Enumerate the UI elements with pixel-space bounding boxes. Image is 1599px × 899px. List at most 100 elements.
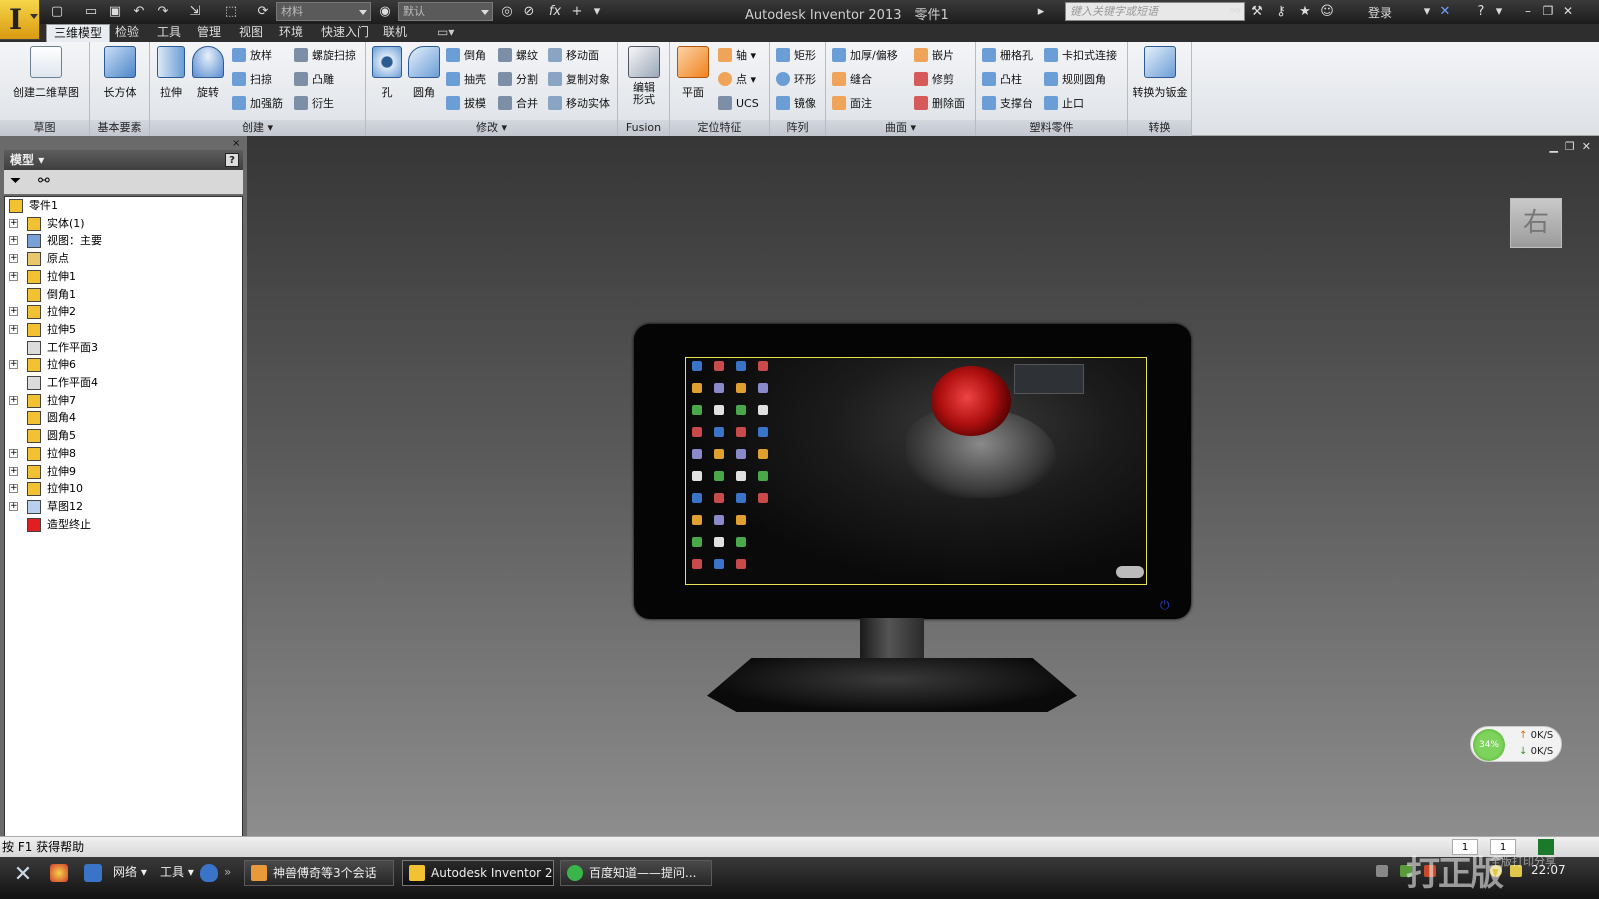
new-file-icon[interactable]: ▢ (48, 3, 66, 21)
tree-node[interactable]: + 实体(1) (5, 215, 240, 233)
toolbar-overflow-icon[interactable]: » (224, 863, 231, 881)
restore-icon[interactable]: ❐ (1540, 3, 1556, 19)
thread-button[interactable]: 螺纹 (498, 46, 538, 66)
fx-icon[interactable]: fx (546, 3, 564, 21)
task-browser[interactable]: 百度知道——提问... (560, 860, 712, 886)
undo-icon[interactable]: ↶ (130, 3, 148, 21)
viewport-restore-icon[interactable]: ❐ (1565, 140, 1575, 153)
tools-toolbar[interactable]: 工具 ▾ (160, 863, 194, 881)
axis-button[interactable]: 轴 ▾ (718, 46, 756, 66)
material-select[interactable]: 材料 (276, 2, 371, 21)
tree-node[interactable]: + 草图12 (5, 498, 240, 516)
expand-icon[interactable]: + (9, 448, 18, 458)
snap-fit-button[interactable]: 卡扣式连接 (1044, 46, 1117, 66)
point-button[interactable]: 点 ▾ (718, 70, 756, 90)
select-icon[interactable]: ⬚ (222, 3, 240, 21)
login-link[interactable]: 登录 (1368, 4, 1392, 21)
revolve-button[interactable]: 旋转 (190, 46, 226, 100)
tree-node[interactable]: + 拉伸1 (5, 268, 240, 286)
binoculars-icon[interactable]: ⚯ (1226, 3, 1244, 21)
tab-online[interactable]: 联机 (376, 24, 414, 42)
expand-icon[interactable]: + (9, 360, 18, 370)
create-2d-sketch-button[interactable]: 创建二维草图 (8, 46, 84, 100)
login-dropdown-icon[interactable]: ▾ (1418, 3, 1436, 21)
shield-icon[interactable] (200, 864, 218, 882)
shell-button[interactable]: 抽壳 (446, 70, 486, 90)
expand-icon[interactable]: + (9, 324, 18, 334)
expand-icon[interactable]: + (9, 271, 18, 281)
inlay-button[interactable]: 嵌片 (914, 46, 954, 66)
inventor-logo-button[interactable]: I (0, 0, 40, 40)
open-file-icon[interactable]: ▭ (82, 3, 100, 21)
task-chat-sessions[interactable]: 神兽傅奇等3个会话 (244, 860, 394, 886)
extrude-button[interactable]: 拉伸 (154, 46, 188, 100)
edit-form-button[interactable]: 编辑 形式 (626, 46, 662, 106)
qat-dropdown-icon[interactable]: ▾ (588, 3, 606, 21)
search-arrow-icon[interactable]: ▸ (1032, 3, 1050, 21)
move-face-button[interactable]: 移动面 (548, 46, 599, 66)
user-icon[interactable]: ☺ (1318, 3, 1336, 21)
help-dropdown-icon[interactable]: ▾ (1490, 3, 1508, 21)
quicklaunch-app-icon[interactable] (50, 864, 68, 882)
hole-button[interactable]: 孔 (370, 46, 404, 100)
tree-node[interactable]: + 拉伸5 (5, 321, 240, 339)
tree-node[interactable]: 倒角1 (5, 286, 240, 304)
rest-button[interactable]: 支撑台 (982, 94, 1033, 114)
filter-icon[interactable]: ⏷ (10, 173, 21, 189)
fillet-button[interactable]: 圆角 (406, 46, 442, 100)
plus-icon[interactable]: + (568, 3, 586, 21)
circ-pattern-button[interactable]: 环形 (776, 70, 816, 90)
viewport-close-icon[interactable]: ✕ (1582, 140, 1591, 153)
grill-button[interactable]: 栅格孔 (982, 46, 1033, 66)
tree-node[interactable]: 零件1 (5, 197, 240, 215)
redo-icon[interactable]: ↷ (154, 3, 172, 21)
expand-icon[interactable]: + (9, 484, 18, 494)
move-body-button[interactable]: 移动实体 (548, 94, 610, 114)
trim-button[interactable]: 修剪 (914, 70, 954, 90)
find-icon[interactable]: ⚯ (38, 173, 50, 189)
mirror-button[interactable]: 镜像 (776, 94, 816, 114)
emboss-button[interactable]: 凸雕 (294, 70, 334, 90)
minimize-icon[interactable]: – (1520, 3, 1536, 19)
combine-button[interactable]: 合并 (498, 94, 538, 114)
tree-node[interactable]: 工作平面3 (5, 339, 240, 357)
expand-icon[interactable]: + (9, 254, 18, 264)
key-icon[interactable]: ⚷ (1272, 3, 1290, 21)
boss-button[interactable]: 凸柱 (982, 70, 1022, 90)
expand-icon[interactable]: + (9, 218, 18, 228)
tab-view[interactable]: 视图 (232, 24, 270, 42)
return-icon[interactable]: ⇲ (186, 3, 204, 21)
tree-node[interactable]: 圆角5 (5, 427, 240, 445)
coil-button[interactable]: 螺旋扫掠 (294, 46, 356, 66)
tree-node[interactable]: + 拉伸7 (5, 392, 240, 410)
help-icon[interactable]: ? (1472, 3, 1490, 21)
adjust-icon[interactable]: ◎ (498, 3, 516, 21)
chamfer-button[interactable]: 倒角 (446, 46, 486, 66)
patch-button[interactable]: 面注 (832, 94, 872, 114)
update-icon[interactable]: ⟳ (254, 3, 272, 21)
tree-node[interactable]: + 拉伸2 (5, 303, 240, 321)
network-toolbar[interactable]: 网络 ▾ (113, 863, 147, 881)
tab-extra-dropdown-icon[interactable]: ▭▾ (430, 24, 461, 42)
close-icon[interactable]: ✕ (1560, 3, 1576, 19)
draft-button[interactable]: 拔模 (446, 94, 486, 114)
sweep-button[interactable]: 扫掠 (232, 70, 272, 90)
expand-icon[interactable]: + (9, 395, 18, 405)
thicken-button[interactable]: 加厚/偏移 (832, 46, 898, 66)
tab-manage[interactable]: 管理 (190, 24, 228, 42)
copy-object-button[interactable]: 复制对象 (548, 70, 610, 90)
delete-face-button[interactable]: 删除面 (914, 94, 965, 114)
box-button[interactable]: 长方体 (100, 46, 140, 100)
split-button[interactable]: 分割 (498, 70, 538, 90)
rib-button[interactable]: 加强筋 (232, 94, 283, 114)
tree-node[interactable]: 造型终止 (5, 516, 240, 534)
graphics-viewport[interactable]: ▁ ❐ ✕ 右 ⏻ Z 34% ↑ 0K/S ↓ 0K/S (247, 136, 1599, 899)
appearance-select[interactable]: 默认 (398, 2, 493, 21)
expand-icon[interactable]: + (9, 307, 18, 317)
task-inventor[interactable]: Autodesk Inventor 2... (402, 860, 554, 886)
rect-pattern-button[interactable]: 矩形 (776, 46, 816, 66)
expand-icon[interactable]: + (9, 466, 18, 476)
tree-node[interactable]: + 拉伸9 (5, 463, 240, 481)
viewcube[interactable]: 右 (1510, 198, 1562, 248)
ucs-button[interactable]: UCS (718, 94, 759, 114)
